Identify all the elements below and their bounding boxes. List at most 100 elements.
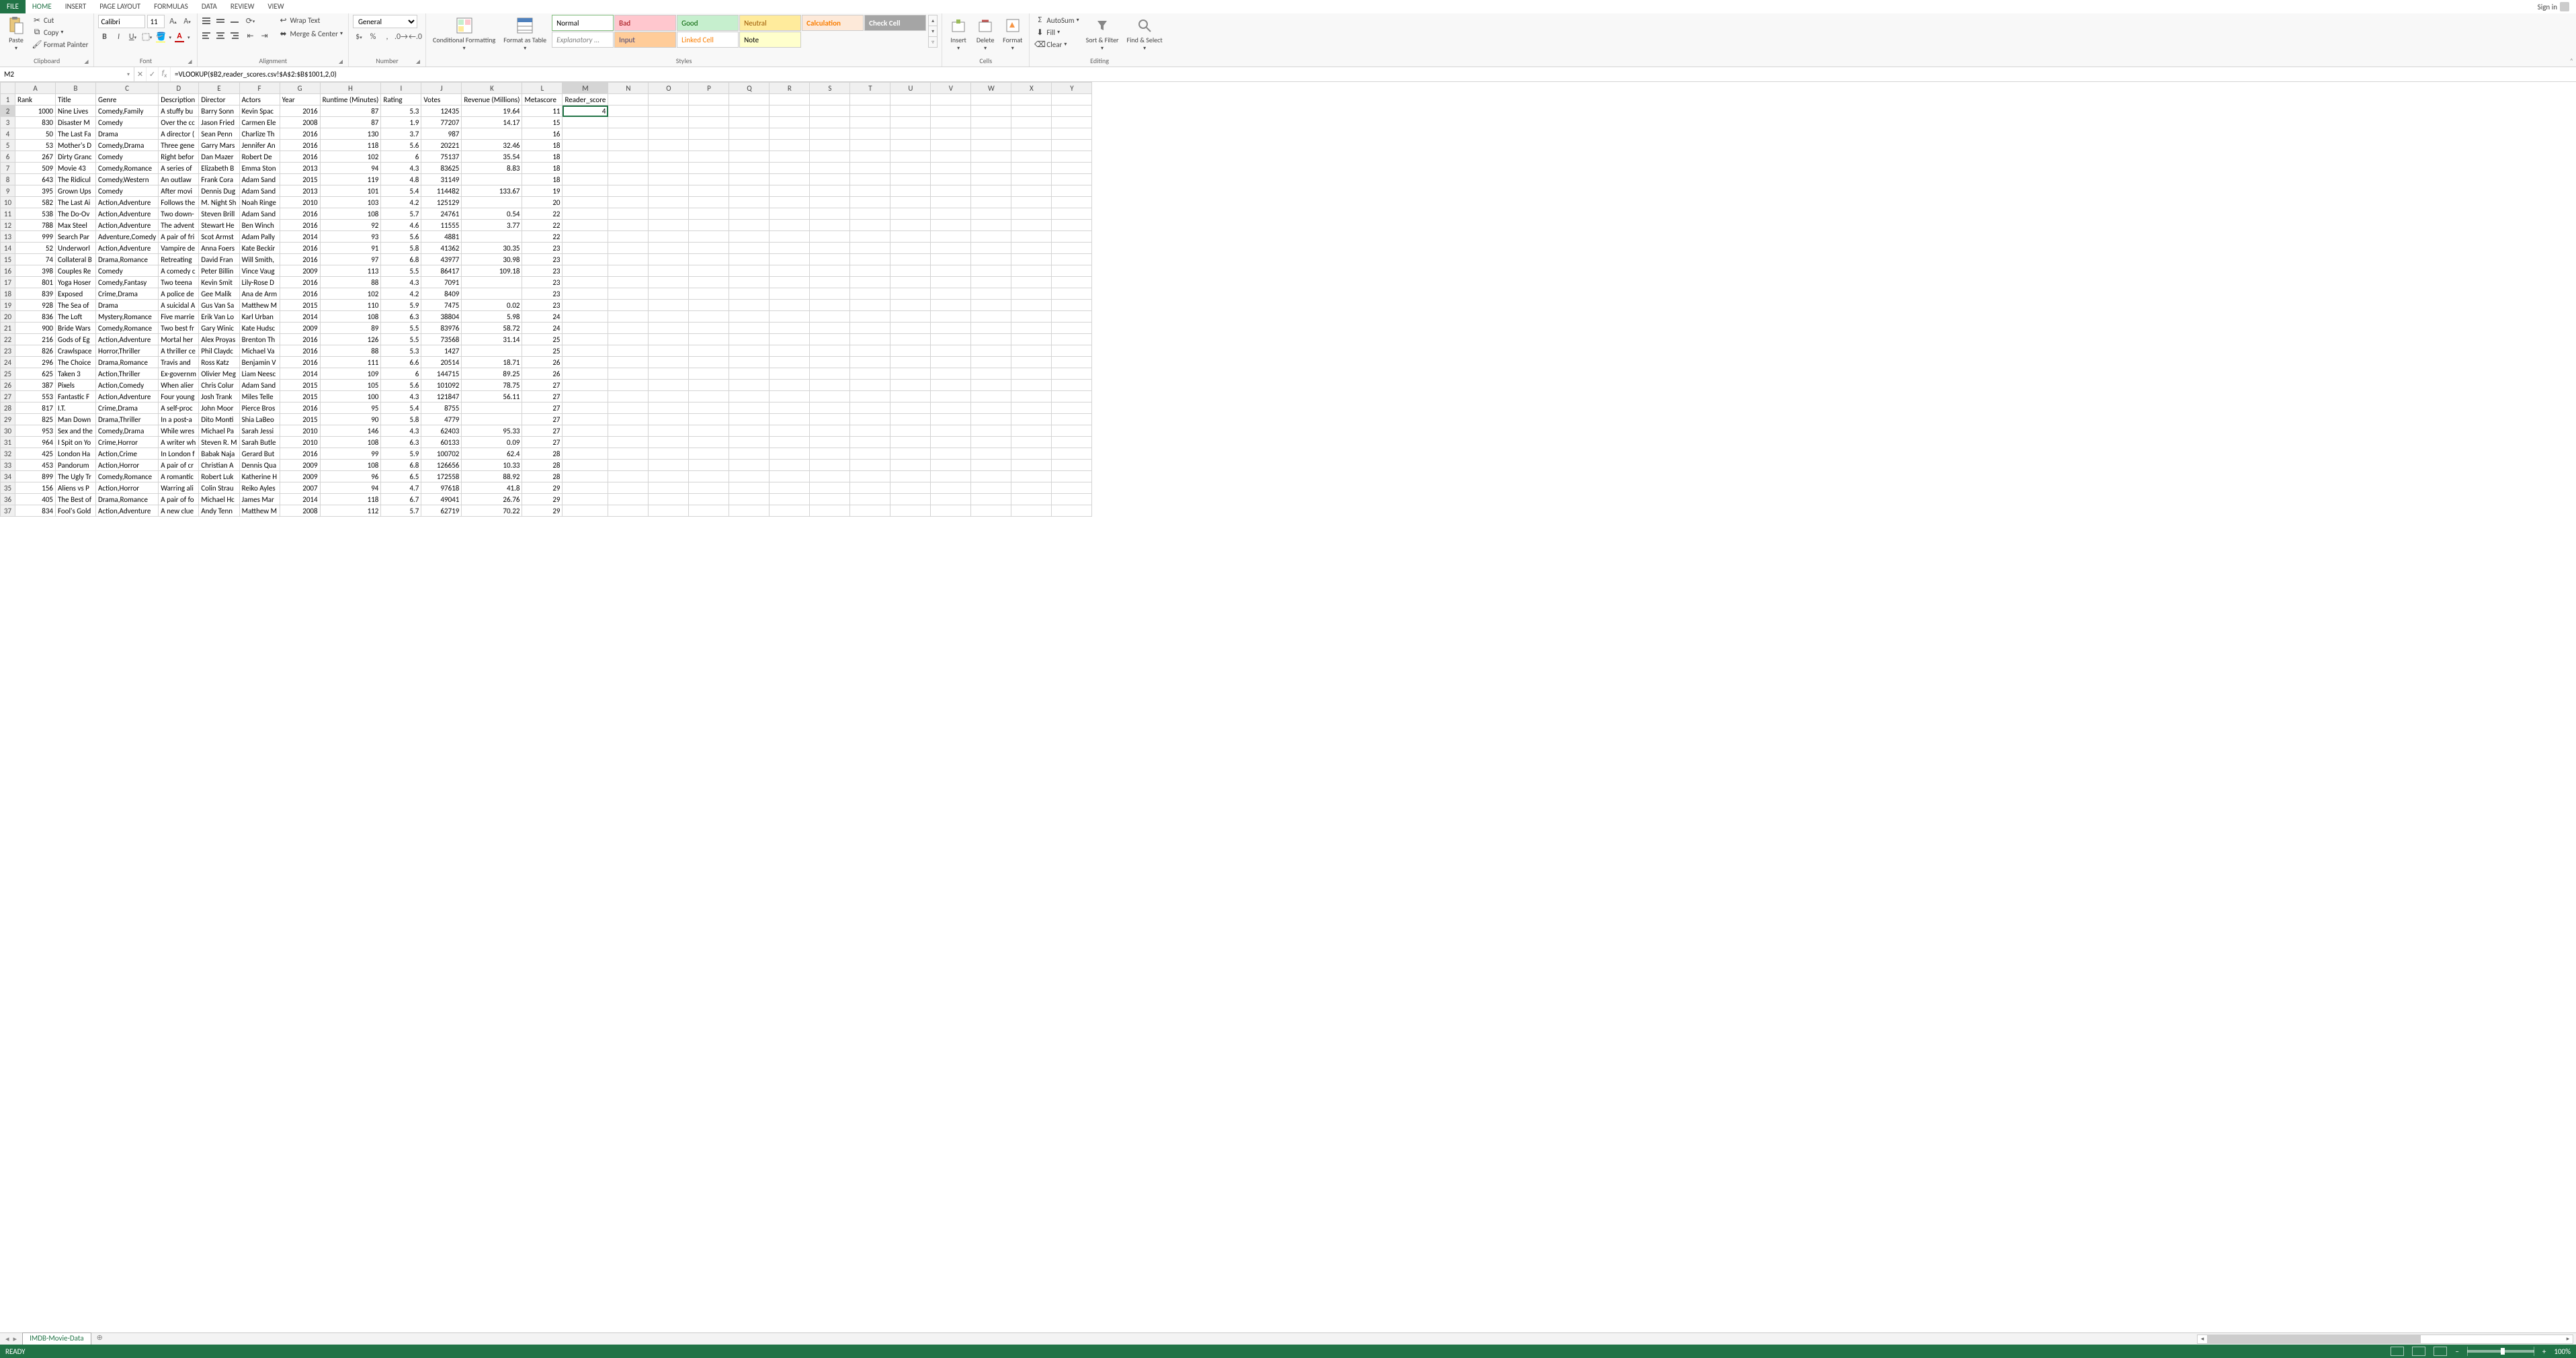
gallery-scroll-up[interactable]: ▴ (929, 15, 937, 26)
cell[interactable]: Drama,Romance (96, 357, 159, 368)
cell[interactable] (971, 174, 1011, 185)
cell[interactable] (850, 391, 890, 402)
cell[interactable] (1052, 288, 1092, 300)
cell[interactable] (563, 277, 608, 288)
cell[interactable] (462, 174, 522, 185)
cell[interactable]: 20221 (421, 140, 462, 151)
cell[interactable]: Barry Sonn (199, 105, 239, 117)
cell[interactable]: 2015 (280, 380, 320, 391)
cell[interactable]: 130 (320, 128, 381, 140)
cell[interactable]: 5.6 (381, 380, 421, 391)
cell[interactable] (1011, 391, 1052, 402)
cell[interactable]: Two teena (159, 277, 199, 288)
cell[interactable]: Sarah Jessi (239, 425, 280, 437)
cell[interactable] (850, 243, 890, 254)
cell[interactable]: 5.7 (381, 505, 421, 517)
cell[interactable]: 87 (320, 117, 381, 128)
cell[interactable]: 97618 (421, 482, 462, 494)
cell[interactable] (729, 391, 770, 402)
align-bottom-button[interactable] (230, 15, 242, 27)
cell[interactable] (810, 300, 850, 311)
cell[interactable] (931, 482, 971, 494)
cell[interactable]: Five marrie (159, 311, 199, 323)
cell[interactable]: 817 (15, 402, 56, 414)
cell[interactable]: 2010 (280, 425, 320, 437)
cell[interactable] (649, 300, 689, 311)
cell[interactable] (971, 334, 1011, 345)
cell[interactable]: 78.75 (462, 380, 522, 391)
cell[interactable]: Votes (421, 94, 462, 105)
cell[interactable] (890, 494, 931, 505)
row-header[interactable]: 18 (1, 288, 15, 300)
cell[interactable] (810, 391, 850, 402)
cell[interactable] (1011, 448, 1052, 460)
cell[interactable] (1011, 128, 1052, 140)
cell[interactable] (931, 243, 971, 254)
cell[interactable] (689, 448, 729, 460)
percent-format-button[interactable]: % (367, 31, 379, 43)
cell[interactable]: 387 (15, 380, 56, 391)
tab-data[interactable]: DATA (195, 0, 224, 13)
cell[interactable]: 6.8 (381, 460, 421, 471)
cell[interactable] (971, 265, 1011, 277)
cell[interactable] (1011, 277, 1052, 288)
cell[interactable] (810, 265, 850, 277)
cell[interactable] (1011, 460, 1052, 471)
cell[interactable]: Pixels (56, 380, 96, 391)
cell[interactable] (971, 163, 1011, 174)
cell[interactable]: Action,Adventure (96, 505, 159, 517)
row-header[interactable]: 1 (1, 94, 15, 105)
cell[interactable]: Action,Adventure (96, 334, 159, 345)
cell[interactable]: Gerard But (239, 448, 280, 460)
cell[interactable] (649, 128, 689, 140)
cell[interactable]: Crime,Drama (96, 288, 159, 300)
cell[interactable]: Crime,Drama (96, 402, 159, 414)
cell[interactable]: 509 (15, 163, 56, 174)
cell[interactable]: 2009 (280, 471, 320, 482)
cell[interactable] (931, 357, 971, 368)
cell[interactable]: Sex and the (56, 425, 96, 437)
cell[interactable] (689, 94, 729, 105)
cell[interactable]: Action,Adventure (96, 208, 159, 220)
cell[interactable] (649, 151, 689, 163)
cell[interactable]: Comedy (96, 265, 159, 277)
cell[interactable] (971, 288, 1011, 300)
cell[interactable] (608, 482, 649, 494)
align-right-button[interactable] (230, 30, 242, 42)
cell[interactable]: Anna Foers (199, 243, 239, 254)
cell[interactable] (563, 368, 608, 380)
cell-styles-gallery[interactable]: NormalBadGoodNeutralCalculationCheck Cel… (552, 15, 926, 48)
cell[interactable]: 58.72 (462, 323, 522, 334)
cell[interactable]: 172558 (421, 471, 462, 482)
cell[interactable] (890, 391, 931, 402)
col-header-V[interactable]: V (931, 83, 971, 94)
col-header-J[interactable]: J (421, 83, 462, 94)
cell[interactable] (971, 208, 1011, 220)
cell[interactable] (810, 288, 850, 300)
cell[interactable]: 26 (522, 368, 563, 380)
cell[interactable] (563, 151, 608, 163)
cell[interactable] (890, 437, 931, 448)
cell[interactable]: Miles Telle (239, 391, 280, 402)
cell[interactable] (689, 414, 729, 425)
cell[interactable]: 94 (320, 482, 381, 494)
cell[interactable] (1011, 334, 1052, 345)
cell[interactable]: 12435 (421, 105, 462, 117)
cell[interactable] (689, 243, 729, 254)
cell[interactable]: 121847 (421, 391, 462, 402)
cell[interactable] (689, 151, 729, 163)
cell[interactable]: Three gene (159, 140, 199, 151)
cell[interactable] (971, 128, 1011, 140)
italic-button[interactable]: I (112, 31, 124, 43)
cell[interactable]: 114482 (421, 185, 462, 197)
cell[interactable] (1011, 163, 1052, 174)
cell[interactable] (931, 471, 971, 482)
cell[interactable] (689, 197, 729, 208)
cell[interactable]: 2016 (280, 357, 320, 368)
cell[interactable] (931, 380, 971, 391)
cell[interactable] (1052, 437, 1092, 448)
cell[interactable]: I Spit on Yo (56, 437, 96, 448)
cell[interactable] (1011, 243, 1052, 254)
cell[interactable]: 73568 (421, 334, 462, 345)
cell[interactable]: Comedy (96, 151, 159, 163)
